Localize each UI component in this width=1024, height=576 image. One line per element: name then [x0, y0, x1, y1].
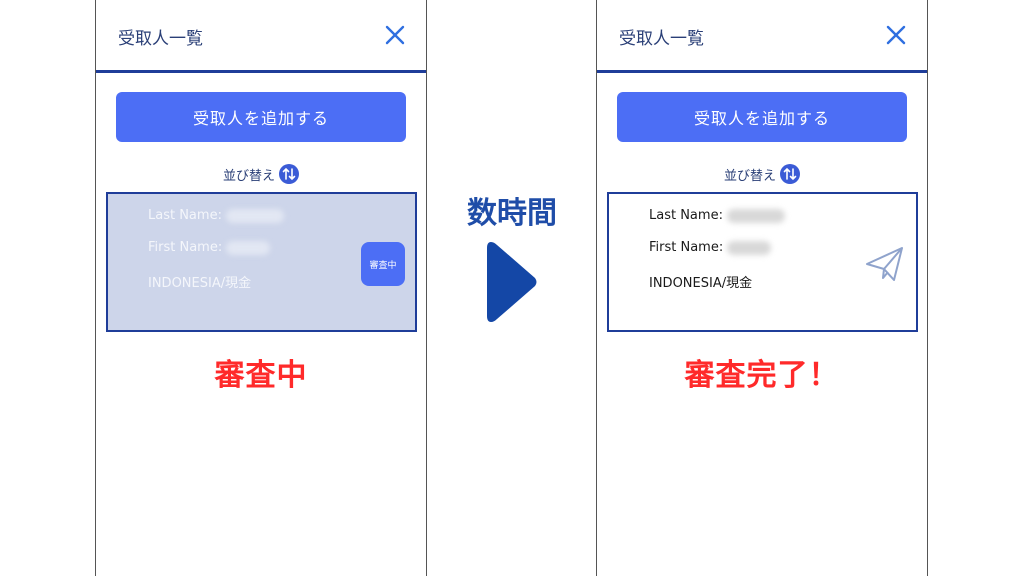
status-badge[interactable]: 審査中: [361, 242, 405, 286]
first-name-label: First Name:: [649, 240, 724, 255]
first-name-row: First Name:: [148, 240, 271, 255]
sort-arrows-icon[interactable]: [780, 164, 800, 184]
header: 受取人一覧: [96, 0, 426, 73]
status-caption: 審査完了！: [684, 358, 840, 393]
phone-screen-approved: 受取人一覧 受取人を追加する 並び替え Last Name: First Nam…: [596, 0, 928, 576]
transition-label: 数時間: [467, 196, 557, 231]
add-recipient-button[interactable]: 受取人を追加する: [617, 92, 907, 142]
sort-arrows-icon[interactable]: [279, 164, 299, 184]
status-caption: 審査中: [214, 358, 308, 393]
location-row: INDONESIA/現金: [649, 272, 752, 291]
sort-label: 並び替え: [222, 168, 275, 184]
recipient-card[interactable]: Last Name: First Name: INDONESIA/現金 審査中: [106, 192, 417, 332]
close-icon[interactable]: [885, 24, 907, 46]
recipient-location: INDONESIA/現金: [649, 276, 753, 291]
recipient-location: INDONESIA/現金: [148, 276, 252, 291]
add-recipient-button[interactable]: 受取人を追加する: [116, 92, 406, 142]
first-name-label: First Name:: [148, 240, 223, 255]
last-name-row: Last Name:: [148, 208, 284, 223]
page-title: 受取人一覧: [619, 29, 704, 49]
close-icon[interactable]: [384, 24, 406, 46]
paper-plane-icon[interactable]: [864, 244, 906, 284]
last-name-row: Last Name:: [649, 208, 785, 223]
location-row: INDONESIA/現金: [148, 272, 251, 291]
sort-control[interactable]: 並び替え: [597, 163, 927, 185]
phone-screen-pending: 受取人一覧 受取人を追加する 並び替え Last Name: First Nam…: [95, 0, 427, 576]
first-name-row: First Name:: [649, 240, 772, 255]
last-name-label: Last Name:: [649, 208, 723, 223]
page-title: 受取人一覧: [118, 29, 203, 49]
sort-control[interactable]: 並び替え: [96, 163, 426, 185]
last-name-redacted: [726, 208, 785, 223]
first-name-redacted: [727, 240, 772, 255]
header: 受取人一覧: [597, 0, 927, 73]
first-name-redacted: [226, 240, 271, 255]
play-arrow-icon: [487, 242, 537, 322]
last-name-redacted: [225, 208, 284, 223]
sort-label: 並び替え: [723, 168, 776, 184]
recipient-card[interactable]: Last Name: First Name: INDONESIA/現金: [607, 192, 918, 332]
last-name-label: Last Name:: [148, 208, 222, 223]
